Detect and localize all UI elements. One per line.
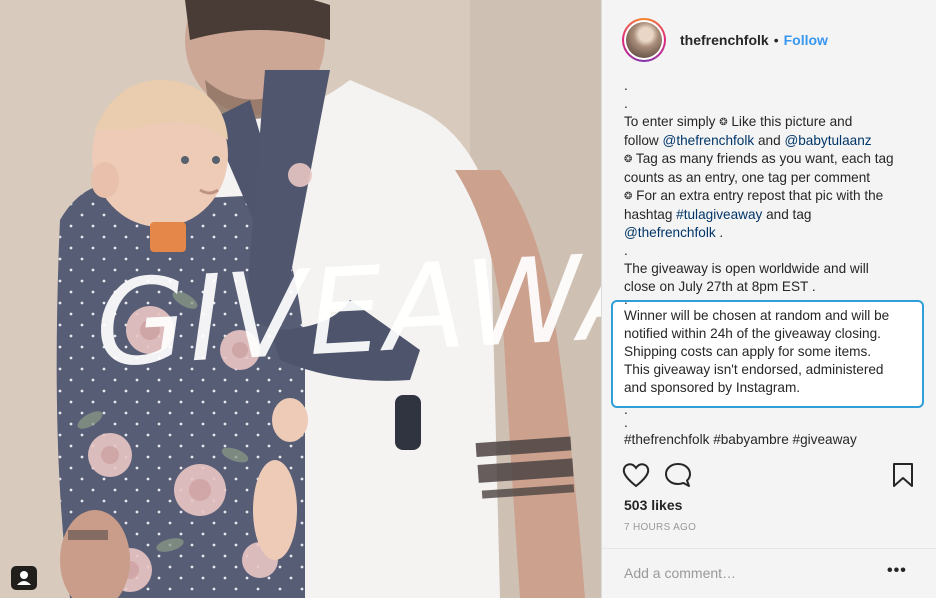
caption-line: counts as an entry, one tag per comment	[624, 170, 871, 185]
caption-text: Tag as many friends as you want, each ta…	[635, 151, 894, 166]
separator-dot: •	[773, 32, 779, 48]
user-tag-icon[interactable]	[11, 566, 37, 590]
mention-link[interactable]: @thefrenchfolk	[663, 133, 755, 148]
caption-line: To enter simply ❂ Like this picture and	[624, 113, 924, 132]
post-sidebar: thefrenchfolk • Follow . . To enter simp…	[601, 0, 936, 598]
caption-line: ❂ Tag as many friends as you want, each …	[624, 150, 924, 169]
caption-line: .	[624, 78, 628, 93]
caption-line: follow @thefrenchfolk and @babytulaanz	[624, 132, 924, 150]
caption-line: The giveaway is open worldwide and will	[624, 261, 869, 276]
caption-text: For an extra entry repost that pic with …	[636, 188, 884, 203]
caption-line: Winner will be chosen at random and will…	[624, 308, 890, 323]
caption-line: .	[624, 292, 628, 307]
more-options-button[interactable]: •••	[887, 562, 911, 582]
caption-line: close on July 27th at 8pm EST .	[624, 279, 816, 294]
caption-text: follow	[624, 133, 659, 148]
hashtag-link[interactable]: #tulagiveaway	[676, 207, 762, 222]
heart-icon[interactable]	[622, 462, 650, 493]
speech-bubble-icon[interactable]	[664, 462, 692, 493]
post-photo[interactable]: GIVEAWAY	[0, 0, 601, 598]
caption-text: hashtag	[624, 207, 673, 222]
caption-line: hashtag #tulagiveaway and tag	[624, 206, 924, 224]
caption-line: .	[624, 243, 628, 258]
comment-input[interactable]	[624, 562, 864, 584]
caption-line: ❂ For an extra entry repost that pic wit…	[624, 187, 924, 206]
caption-line: .	[624, 415, 628, 430]
bullet-icon: ❂	[624, 154, 633, 165]
post-actions	[622, 462, 922, 490]
caption-text: and	[757, 133, 781, 148]
caption-text: and tag	[766, 207, 812, 222]
caption-line: notified within 24h of the giveaway clos…	[624, 326, 881, 341]
post-timestamp[interactable]: 7 HOURS AGO	[624, 522, 696, 533]
follow-button[interactable]: Follow	[784, 32, 828, 48]
bullet-icon: ❂	[624, 191, 633, 202]
comment-bar: •••	[602, 548, 936, 598]
bookmark-icon[interactable]	[892, 462, 914, 493]
caption-text: .	[719, 225, 724, 240]
username-link[interactable]: thefrenchfolk	[680, 32, 769, 48]
caption-line: This giveaway isn't endorsed, administer…	[624, 362, 884, 377]
caption-line: and sponsored by Instagram.	[624, 380, 801, 395]
caption-text: Like this picture and	[731, 114, 853, 129]
hashtag-link[interactable]: #giveaway	[793, 432, 857, 447]
post-caption: . . To enter simply ❂ Like this picture …	[624, 77, 924, 296]
mention-link[interactable]: @thefrenchfolk	[624, 225, 716, 240]
hashtag-link[interactable]: #thefrenchfolk	[624, 432, 709, 447]
caption-line: .	[624, 96, 628, 111]
post-header: thefrenchfolk • Follow	[602, 0, 936, 80]
caption-text: To enter simply	[624, 114, 716, 129]
likes-count[interactable]: 503 likes	[624, 497, 682, 513]
caption-line: .	[624, 402, 628, 417]
giveaway-overlay-text: GIVEAWAY	[91, 221, 601, 394]
hashtag-link[interactable]: #babyambre	[713, 432, 789, 447]
avatar[interactable]	[622, 18, 666, 62]
bullet-icon: ❂	[719, 117, 728, 128]
mention-link[interactable]: @babytulaanz	[784, 133, 871, 148]
hashtag-line: #thefrenchfolk #babyambre #giveaway	[624, 431, 924, 449]
caption-line: @thefrenchfolk .	[624, 224, 924, 242]
disclaimer-text: . Winner will be chosen at random and wi…	[624, 293, 924, 449]
caption-line: Shipping costs can apply for some items.	[624, 344, 872, 359]
